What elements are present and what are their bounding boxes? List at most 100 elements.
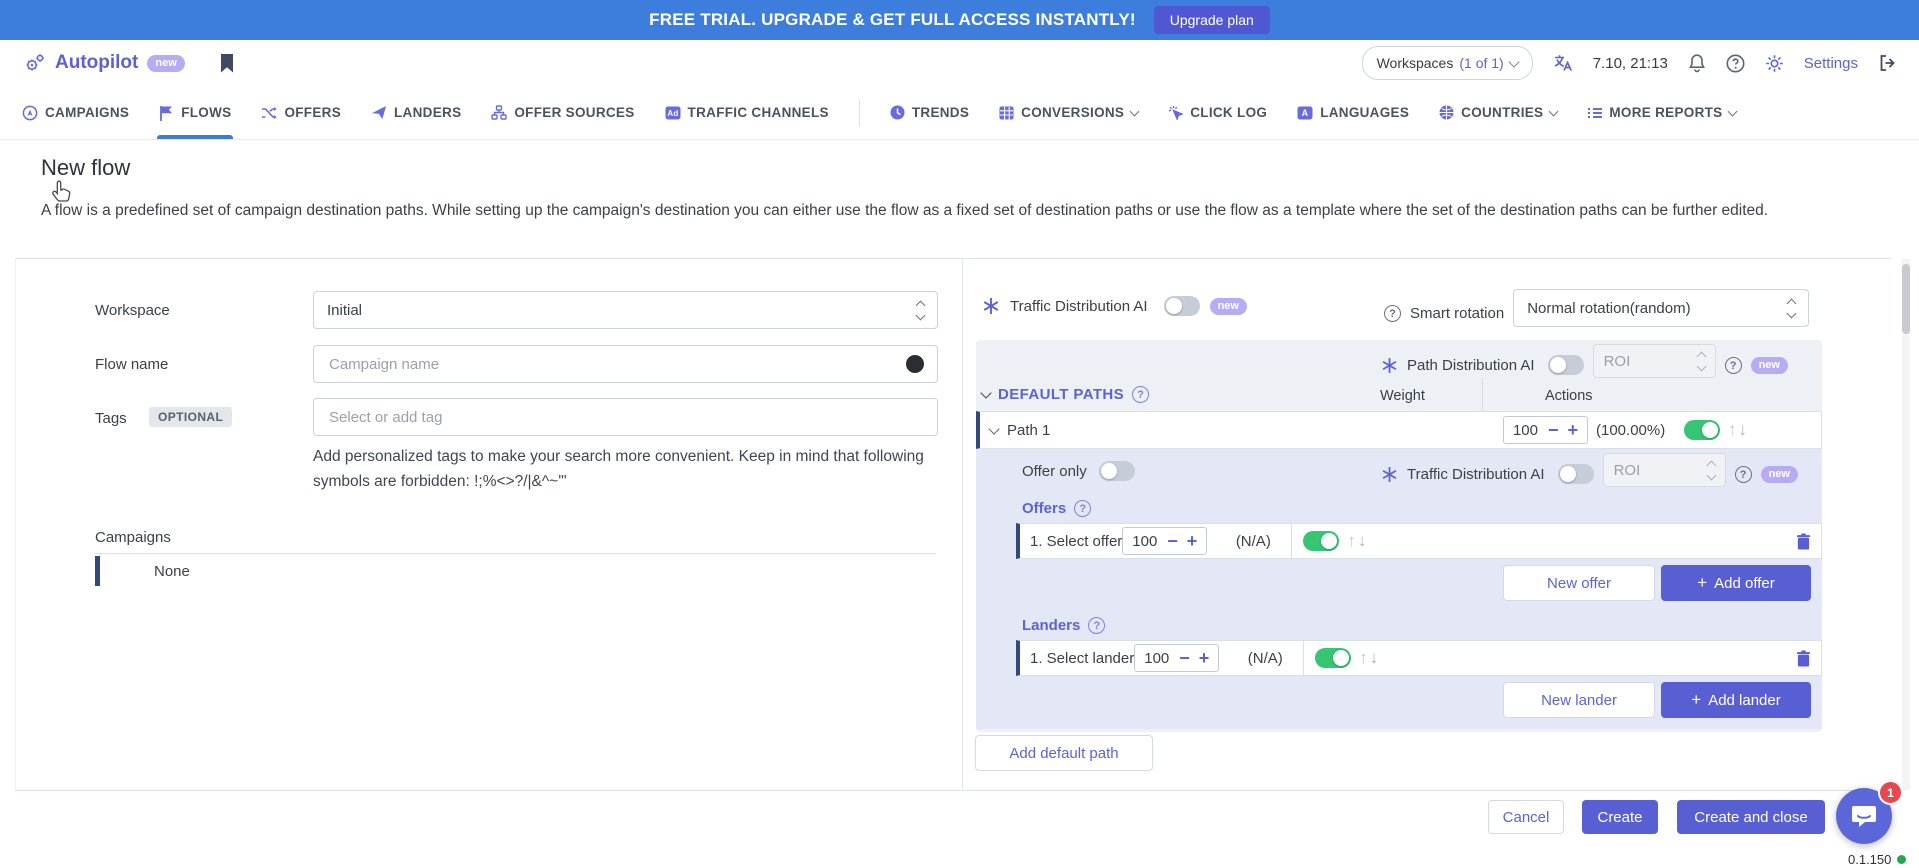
move-down-icon[interactable]: ↓ (1739, 420, 1748, 440)
nav-campaigns[interactable]: CAMPAIGNS (22, 86, 129, 139)
plus-icon[interactable]: + (1199, 649, 1210, 667)
path-1-weight-value[interactable]: 100 (1513, 422, 1539, 439)
nav-languages[interactable]: A LANGUAGES (1297, 86, 1409, 139)
add-default-path-button[interactable]: Add default path (975, 735, 1153, 771)
path-ai-metric-value: ROI (1604, 353, 1631, 370)
workspaces-selector[interactable]: Workspaces (1 of 1) (1362, 46, 1533, 80)
move-down-icon[interactable]: ↓ (1358, 531, 1367, 551)
add-lander-button[interactable]: +Add lander (1661, 682, 1811, 718)
version-label: 0.1.150 (1848, 852, 1891, 867)
minus-icon[interactable]: − (1548, 421, 1559, 439)
plus-icon[interactable]: + (1567, 421, 1578, 439)
svg-text:Ad: Ad (667, 109, 678, 118)
nav-countries[interactable]: COUNTRIES (1439, 86, 1557, 139)
smart-rotation-select[interactable]: Normal rotation(random) (1513, 289, 1809, 327)
bookmark-icon[interactable] (220, 54, 234, 73)
weight-column-header: Weight (1380, 388, 1425, 404)
new-offer-button[interactable]: New offer (1503, 565, 1655, 601)
nav-label: OFFER SOURCES (514, 105, 634, 120)
nav-click-log[interactable]: CLICK LOG (1168, 86, 1267, 139)
lander-weight-value[interactable]: 100 (1144, 650, 1170, 667)
add-offer-button[interactable]: +Add offer (1661, 565, 1811, 601)
upgrade-plan-button[interactable]: Upgrade plan (1154, 6, 1270, 34)
default-paths-header[interactable]: DEFAULT PATHS ? (982, 386, 1149, 403)
scrollbar-track[interactable] (1902, 259, 1910, 790)
logout-icon[interactable] (1878, 54, 1897, 72)
offer-enabled-toggle[interactable] (1303, 531, 1339, 551)
lander-row-label[interactable]: 1. Select lander (1030, 650, 1134, 667)
nav-trends[interactable]: TRENDS (890, 86, 969, 139)
campaigns-none-value: None (154, 563, 190, 580)
nav-offers[interactable]: OFFERS (261, 86, 341, 139)
nav-flows[interactable]: FLOWS (159, 86, 231, 139)
campaigns-icon (22, 105, 38, 121)
smart-rotation-help-icon[interactable]: ? (1384, 305, 1401, 322)
nav-conversions[interactable]: CONVERSIONS (999, 86, 1138, 139)
minus-icon[interactable]: − (1179, 649, 1190, 667)
move-up-icon[interactable]: ↑ (1359, 648, 1368, 668)
minus-icon[interactable]: − (1167, 532, 1178, 550)
app-header: Autopilot new Workspaces (1 of 1) 7.10, … (0, 40, 1919, 86)
translate-icon[interactable] (1553, 54, 1573, 72)
nav-landers[interactable]: LANDERS (371, 86, 461, 139)
offers-help-icon[interactable]: ? (1074, 500, 1091, 517)
offer-row: 1. Select offer 100 − + (N/A) ↑ ↓ (1016, 523, 1822, 559)
path-ai-help-icon[interactable]: ? (1725, 357, 1742, 374)
brand-name[interactable]: Autopilot (55, 52, 138, 74)
path-1-enabled-toggle[interactable] (1684, 420, 1720, 440)
offer-weight-group: 100 − + (1122, 527, 1207, 555)
create-button[interactable]: Create (1582, 800, 1658, 834)
new-lander-button[interactable]: New lander (1503, 682, 1655, 718)
smart-rotation-value: Normal rotation(random) (1527, 300, 1690, 317)
plus-icon[interactable]: + (1187, 532, 1198, 550)
conversions-table-icon (999, 106, 1014, 120)
nav-more-reports[interactable]: MORE REPORTS (1587, 86, 1736, 139)
traffic-ai-new-badge: new (1210, 298, 1247, 315)
nav-offer-sources[interactable]: OFFER SOURCES (491, 86, 634, 139)
cancel-button[interactable]: Cancel (1488, 800, 1564, 834)
settings-gear-icon[interactable] (1765, 54, 1784, 73)
workspaces-label: Workspaces (1377, 55, 1454, 71)
lander-enabled-toggle[interactable] (1315, 648, 1351, 668)
inner-traffic-ai-row: Traffic Distribution AI ROI ? new (1381, 453, 1798, 487)
smart-rotation-row: ? Smart rotation Normal rotation(random) (1384, 289, 1809, 327)
default-paths-title: DEFAULT PATHS (998, 386, 1124, 403)
move-up-icon[interactable]: ↑ (1728, 420, 1737, 440)
nav-divider (859, 100, 860, 126)
offer-percent: (N/A) (1215, 533, 1291, 550)
landers-help-icon[interactable]: ? (1088, 617, 1105, 634)
offer-only-toggle[interactable] (1099, 461, 1135, 481)
inner-ai-help-icon[interactable]: ? (1735, 466, 1752, 483)
move-up-icon[interactable]: ↑ (1347, 531, 1356, 551)
create-and-close-button[interactable]: Create and close (1677, 800, 1825, 834)
notifications-bell-icon[interactable] (1688, 53, 1706, 73)
main-nav: CAMPAIGNS FLOWS OFFERS LANDERS (0, 86, 1919, 140)
chevron-down-icon[interactable] (988, 423, 999, 434)
delete-trash-icon[interactable] (1796, 533, 1811, 550)
offer-row-label[interactable]: 1. Select offer (1030, 533, 1122, 550)
help-icon[interactable] (1726, 54, 1745, 73)
countries-globe-icon (1439, 105, 1454, 120)
nav-traffic-channels[interactable]: Ad TRAFFIC CHANNELS (665, 86, 829, 139)
tags-input[interactable] (327, 408, 924, 427)
ai-icon (1381, 466, 1398, 483)
offer-weight-value[interactable]: 100 (1132, 533, 1158, 550)
default-paths-help-icon[interactable]: ? (1132, 386, 1149, 403)
color-dot-icon[interactable] (906, 355, 924, 373)
path-distribution-ai-row: Path Distribution AI ROI ? new (1381, 344, 1788, 378)
path-1-name[interactable]: Path 1 (1007, 422, 1050, 439)
scrollbar-thumb[interactable] (1902, 264, 1910, 334)
delete-trash-icon[interactable] (1796, 650, 1811, 667)
traffic-ai-toggle[interactable] (1164, 296, 1200, 316)
campaigns-divider (95, 553, 936, 554)
inner-traffic-ai-toggle[interactable] (1558, 464, 1594, 484)
move-down-icon[interactable]: ↓ (1370, 648, 1379, 668)
nav-label: TRAFFIC CHANNELS (688, 105, 829, 120)
app-window: FREE TRIAL. UPGRADE & GET FULL ACCESS IN… (0, 0, 1919, 868)
offer-only-label: Offer only (1022, 463, 1087, 480)
settings-link[interactable]: Settings (1804, 55, 1858, 72)
workspace-select[interactable]: Initial (313, 291, 938, 329)
path-ai-toggle[interactable] (1548, 355, 1584, 375)
tags-field-wrap (313, 398, 938, 436)
flow-name-input[interactable] (327, 355, 906, 374)
